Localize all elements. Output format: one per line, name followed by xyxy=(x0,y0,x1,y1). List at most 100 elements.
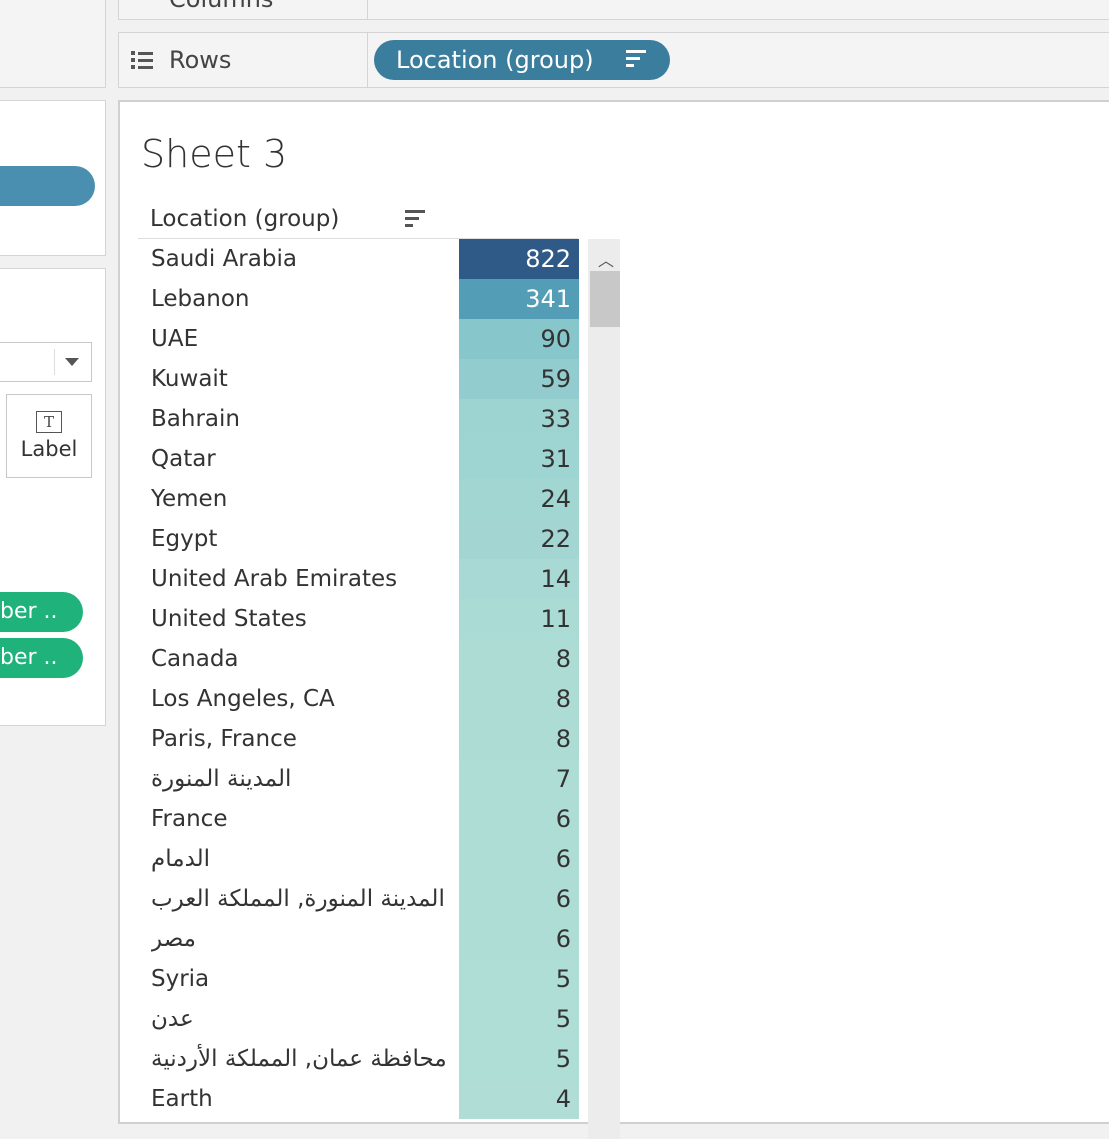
table-row[interactable]: المدينة المنورة 7 xyxy=(138,759,580,799)
heat-cell[interactable]: 22 xyxy=(459,519,579,559)
table-row[interactable]: Los Angeles, CA 8 xyxy=(138,679,580,719)
row-label: Kuwait xyxy=(151,366,228,392)
heat-cell[interactable]: 7 xyxy=(459,759,579,799)
cell-value: 6 xyxy=(555,805,571,833)
rows-shelf[interactable]: Rows Location (group) xyxy=(118,32,1109,88)
measure-pill[interactable]: ber .. xyxy=(0,638,83,678)
table-row[interactable]: Earth 4 xyxy=(138,1079,580,1119)
cell-value: 5 xyxy=(555,1045,571,1073)
table-row[interactable]: France 6 xyxy=(138,799,580,839)
heat-cell[interactable]: 8 xyxy=(459,679,579,719)
rows-shelf-label: Rows xyxy=(169,46,232,74)
cell-value: 31 xyxy=(540,445,571,473)
row-label: United Arab Emirates xyxy=(151,566,398,592)
dropdown-separator xyxy=(54,349,55,375)
table-row[interactable]: Egypt 22 xyxy=(138,519,580,559)
table-row[interactable]: Syria 5 xyxy=(138,959,580,999)
vertical-scrollbar[interactable]: ︿ xyxy=(588,239,620,1139)
row-label: المدينة المنورة, المملكة العرب xyxy=(151,886,445,912)
sheet-title: Sheet 3 xyxy=(141,132,288,176)
row-label: UAE xyxy=(151,326,199,352)
table-row[interactable]: Yemen 24 xyxy=(138,479,580,519)
table-row[interactable]: Bahrain 33 xyxy=(138,399,580,439)
heat-cell[interactable]: 59 xyxy=(459,359,579,399)
text-t-icon: T xyxy=(36,411,62,433)
row-label: United States xyxy=(151,606,307,632)
row-label: عدن xyxy=(151,1006,194,1032)
table-row[interactable]: Kuwait 59 xyxy=(138,359,580,399)
heat-cell[interactable]: 14 xyxy=(459,559,579,599)
rows-pill-location-group[interactable]: Location (group) xyxy=(374,40,670,80)
sort-descending-icon[interactable] xyxy=(626,50,646,67)
column-header[interactable]: Location (group) xyxy=(150,206,339,232)
scroll-up-icon[interactable]: ︿ xyxy=(598,247,614,271)
field-pill-blue[interactable] xyxy=(0,166,95,206)
chevron-down-icon[interactable] xyxy=(65,358,79,366)
columns-shelf[interactable]: Columns xyxy=(118,0,1109,20)
row-label: محافظة عمان, المملكة الأردنية xyxy=(151,1046,447,1072)
left-panel-top xyxy=(0,0,106,88)
heat-cell[interactable]: 31 xyxy=(459,439,579,479)
heat-cell[interactable]: 24 xyxy=(459,479,579,519)
cell-value: 11 xyxy=(540,605,571,633)
table-row[interactable]: Saudi Arabia 822 xyxy=(138,239,580,279)
table-row[interactable]: UAE 90 xyxy=(138,319,580,359)
heat-cell[interactable]: 822 xyxy=(459,239,579,279)
row-label: Los Angeles, CA xyxy=(151,686,335,712)
heat-cell[interactable]: 90 xyxy=(459,319,579,359)
mark-type-dropdown[interactable] xyxy=(0,342,92,382)
row-label: Canada xyxy=(151,646,239,672)
cell-value: 6 xyxy=(555,925,571,953)
table-row[interactable]: مصر 6 xyxy=(138,919,580,959)
heat-cell[interactable]: 11 xyxy=(459,599,579,639)
heat-cell[interactable]: 4 xyxy=(459,1079,579,1119)
table-row[interactable]: المدينة المنورة, المملكة العرب 6 xyxy=(138,879,580,919)
table-row[interactable]: United Arab Emirates 14 xyxy=(138,559,580,599)
cell-value: 6 xyxy=(555,845,571,873)
row-label: المدينة المنورة xyxy=(151,766,292,792)
table-row[interactable]: عدن 5 xyxy=(138,999,580,1039)
sort-descending-icon[interactable] xyxy=(405,210,425,227)
table-row[interactable]: Lebanon 341 xyxy=(138,279,580,319)
rows-shelf-label-area: Rows xyxy=(119,33,368,87)
row-label: Qatar xyxy=(151,446,216,472)
cell-value: 59 xyxy=(540,365,571,393)
cell-value: 8 xyxy=(555,725,571,753)
heat-cell[interactable]: 5 xyxy=(459,1039,579,1079)
cell-value: 22 xyxy=(540,525,571,553)
label-mark-text: Label xyxy=(20,437,78,461)
table-row[interactable]: الدمام 6 xyxy=(138,839,580,879)
measure-pill[interactable]: ber .. xyxy=(0,592,83,632)
table-row[interactable]: Qatar 31 xyxy=(138,439,580,479)
heat-cell[interactable]: 6 xyxy=(459,839,579,879)
cell-value: 8 xyxy=(555,645,571,673)
heat-cell[interactable]: 8 xyxy=(459,639,579,679)
heat-cell[interactable]: 33 xyxy=(459,399,579,439)
table-row[interactable]: Paris, France 8 xyxy=(138,719,580,759)
table-row[interactable]: United States 11 xyxy=(138,599,580,639)
cell-value: 7 xyxy=(555,765,571,793)
cell-value: 341 xyxy=(525,285,571,313)
heat-cell[interactable]: 6 xyxy=(459,879,579,919)
cell-value: 5 xyxy=(555,1005,571,1033)
heat-cell[interactable]: 8 xyxy=(459,719,579,759)
scroll-thumb[interactable] xyxy=(590,271,620,327)
row-label: Earth xyxy=(151,1086,213,1112)
table-row[interactable]: Canada 8 xyxy=(138,639,580,679)
label-mark-button[interactable]: T Label xyxy=(6,394,92,478)
row-label: Bahrain xyxy=(151,406,240,432)
heat-cell[interactable]: 6 xyxy=(459,799,579,839)
table-row[interactable]: محافظة عمان, المملكة الأردنية 5 xyxy=(138,1039,580,1079)
cell-value: 4 xyxy=(555,1085,571,1113)
heat-cell[interactable]: 341 xyxy=(459,279,579,319)
heat-cell[interactable]: 5 xyxy=(459,959,579,999)
sheet-view: Sheet 3 Location (group) Saudi Arabia 822… xyxy=(118,100,1109,1139)
cell-value: 8 xyxy=(555,685,571,713)
heat-cell[interactable]: 5 xyxy=(459,999,579,1039)
heat-cell[interactable]: 6 xyxy=(459,919,579,959)
row-label: France xyxy=(151,806,228,832)
table-rows: Saudi Arabia 822 Lebanon 341 UAE 90 Kuwait 59 Ba… xyxy=(138,239,580,1119)
row-label: Lebanon xyxy=(151,286,250,312)
rows-pill-label: Location (group) xyxy=(396,46,594,74)
row-label: Yemen xyxy=(151,486,228,512)
